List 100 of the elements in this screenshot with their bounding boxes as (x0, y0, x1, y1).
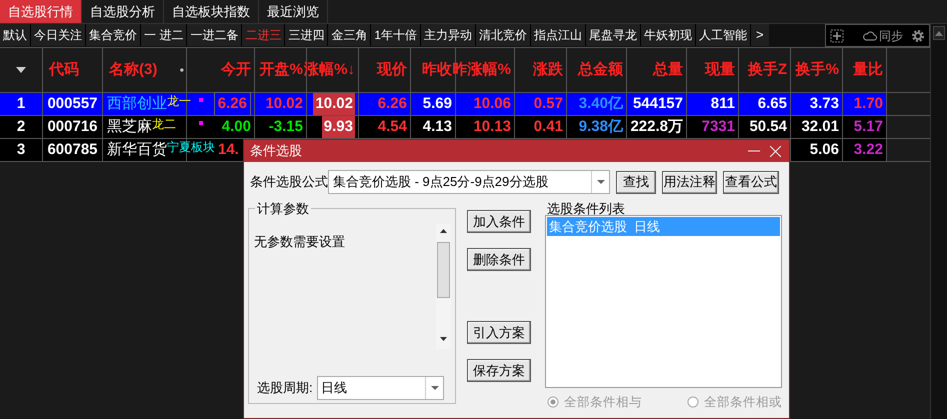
filter-tab[interactable]: 一进二备 (187, 24, 242, 46)
table-cell-text: 3.22 (854, 140, 883, 160)
table-cell: 10.02 (313, 92, 355, 116)
filter-tab[interactable]: 金三角 (328, 24, 372, 46)
column-header[interactable]: 总量 (653, 58, 683, 82)
filter-tab[interactable]: 三进四 (285, 24, 328, 46)
dialog-title: 条件选股 (250, 142, 302, 160)
stock-code: 000716 (47, 116, 98, 137)
params-text: 无参数需要设置 (254, 233, 346, 251)
stock-tag: 宁夏板块 (167, 141, 215, 154)
dialog-button[interactable]: 删除条件 (467, 248, 531, 271)
dialog-button[interactable]: 保存方案 (467, 359, 531, 382)
period-dropdown[interactable]: 日线 (317, 376, 444, 400)
stock-name: 新华百货 (107, 140, 167, 160)
column-header[interactable]: 今开 (221, 58, 251, 82)
table-cell-text: 14. (218, 140, 239, 160)
filter-tab[interactable]: 1年十倍 (371, 24, 422, 46)
scrollbar[interactable] (436, 224, 451, 349)
column-header[interactable]: 昨涨幅% (452, 58, 511, 82)
dialog-button[interactable]: 引入方案 (467, 321, 531, 344)
filter-tab[interactable]: 二进三 (242, 24, 286, 46)
column-marker: • (180, 62, 184, 79)
column-header[interactable]: 现量 (705, 58, 735, 82)
filter-tab[interactable]: 清北竞价 (476, 24, 532, 46)
minimize-icon[interactable] (748, 150, 760, 152)
table-cell-text: 0.41 (534, 116, 563, 137)
filter-tab[interactable]: 今日关注 (31, 24, 86, 46)
main-tab[interactable]: 自选股行情 (0, 0, 82, 23)
close-icon[interactable] (770, 146, 781, 156)
row-number: 1 (0, 93, 43, 115)
settings-icon[interactable] (911, 28, 925, 42)
table-cell-text: 0.57 (534, 94, 563, 114)
row-number: 2 (0, 116, 43, 138)
filter-tab[interactable]: 一 进二 (141, 24, 188, 46)
scrollbar[interactable] (930, 24, 947, 419)
stock-name: 黑芝麻 (107, 116, 152, 137)
table-cell-text: 3.40亿 (578, 94, 623, 114)
scroll-up-icon[interactable] (440, 229, 447, 233)
dialog-button[interactable]: 用法注释 (662, 170, 717, 194)
column-header[interactable]: 换手% (796, 58, 839, 82)
field-label: 选股周期: (257, 379, 314, 398)
row-number: 3 (0, 139, 43, 161)
table-cell-text: 3.73 (810, 94, 839, 114)
filter-tab[interactable]: 尾盘寻龙 (586, 24, 642, 46)
table-cell-text: 5.17 (854, 116, 883, 137)
dropdown-icon[interactable] (16, 67, 26, 73)
list-label: 选股条件列表 (546, 202, 626, 215)
table-cell-text: 544157 (632, 94, 683, 114)
column-header[interactable]: 昨收 (422, 58, 452, 82)
column-header[interactable]: 涨跌 (533, 58, 563, 82)
column-header[interactable]: 开盘% (260, 58, 303, 82)
dialog-button[interactable]: 查找 (616, 170, 656, 194)
table-cell-text: -3.15 (268, 116, 303, 137)
table-cell: 6.26 (214, 92, 251, 116)
formula-dropdown[interactable]: 集合竞价选股 - 9点25分-9点29分选股 (328, 170, 610, 194)
column-header[interactable]: 现价 (377, 58, 407, 82)
filter-tab[interactable]: 主力异动 (421, 24, 476, 46)
column-header[interactable]: 名称(3) (109, 58, 158, 82)
filter-tab[interactable]: 指点江山 (531, 24, 586, 46)
table-cell-text: 50.54 (749, 116, 787, 137)
table-cell-text: 4.13 (422, 116, 452, 137)
scroll-down-icon[interactable] (440, 337, 447, 341)
stock-code: 600785 (47, 140, 98, 160)
table-cell-text: 6.26 (378, 94, 407, 114)
stock-tag: 龙二 (152, 118, 176, 131)
add-icon[interactable] (830, 28, 844, 42)
table-cell-text: 6.65 (758, 94, 787, 114)
scroll-thumb[interactable] (437, 242, 450, 298)
more-tabs-button[interactable]: > (751, 24, 769, 46)
column-header[interactable]: 量比 (853, 58, 883, 82)
dialog-button[interactable]: 查看公式 (723, 170, 779, 194)
table-cell-text: 4.54 (378, 116, 407, 137)
dialog-button[interactable]: 加入条件 (467, 210, 531, 233)
table-cell: 9.93 (322, 116, 355, 138)
filter-tab[interactable]: 集合竞价 (86, 24, 141, 46)
table-cell-text: 10.02 (265, 94, 303, 114)
stock-code: 000557 (47, 94, 98, 114)
filter-tab[interactable]: 默认 (0, 24, 31, 46)
table-cell-text: 32.01 (801, 116, 839, 137)
stock-name: 西部创业 (107, 94, 167, 114)
caret-icon (596, 180, 604, 184)
table-cell-text: 222.8万 (630, 116, 683, 137)
filter-tab[interactable]: 人工智能 (696, 24, 752, 46)
cloud-icon (863, 30, 877, 40)
table-cell-text: 9.38亿 (578, 116, 623, 137)
table-cell-text: 1.70 (854, 94, 883, 114)
column-header[interactable]: 总金额 (578, 58, 623, 82)
table-cell-text: 10.06 (473, 94, 511, 114)
column-header[interactable]: 代码 (49, 58, 79, 82)
table-cell-text: 5.69 (422, 94, 452, 114)
field-label: 条件选股公式 (250, 173, 328, 192)
column-header[interactable]: 换手Z (748, 58, 787, 82)
filter-tab[interactable]: 牛妖初现 (641, 24, 696, 46)
caret-icon (430, 386, 438, 390)
table-cell-text: 811 (710, 94, 735, 114)
table-cell-text: 5.06 (810, 140, 839, 160)
table-cell-text: 7331 (702, 116, 735, 137)
column-header[interactable]: 涨幅%↓ (304, 58, 355, 82)
table-cell-text: 4.00 (222, 116, 251, 137)
table-cell-text: 10.13 (473, 116, 511, 137)
